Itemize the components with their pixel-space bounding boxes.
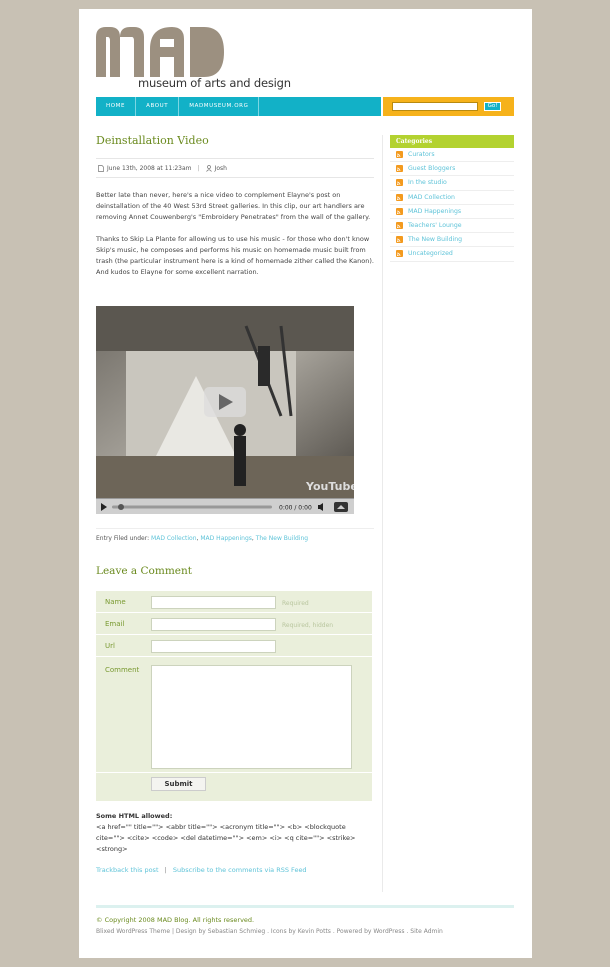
footer-credits[interactable]: Blixed WordPress Theme | Design by Sebas… [96, 928, 443, 935]
meta-divider: | [197, 164, 200, 172]
category-label: Curators [408, 151, 435, 159]
video-frame: YouTube [96, 306, 354, 498]
category-link[interactable]: MAD Happenings [200, 535, 252, 542]
youtube-watermark: YouTube [305, 480, 354, 493]
category-link[interactable]: The New Building [256, 535, 308, 542]
main-nav: HOME ABOUT MADMUSEUM.ORG [96, 97, 381, 116]
nav-about[interactable]: ABOUT [136, 97, 180, 116]
name-row: Name Required [96, 591, 372, 613]
sidebar-category[interactable]: Curators [390, 148, 514, 163]
comment-form: Name Required Email Required, hidden Url… [96, 591, 372, 801]
comment-textarea[interactable] [151, 665, 352, 769]
sidebar-category[interactable]: The New Building [390, 233, 514, 248]
email-row: Email Required, hidden [96, 613, 372, 635]
email-label: Email [105, 620, 125, 628]
sidebar-category[interactable]: In the studio [390, 176, 514, 191]
post-author: Josh [214, 164, 227, 172]
post-paragraph: Better late than never, here's a nice vi… [96, 191, 371, 221]
rss-icon [396, 179, 403, 187]
search-button[interactable]: Go! [484, 102, 501, 111]
search-bar: Go! [381, 97, 514, 116]
mad-logo[interactable] [96, 27, 226, 79]
comment-row: Comment [96, 657, 372, 773]
url-field[interactable] [151, 640, 276, 653]
link-separator: | [164, 866, 167, 874]
video-time: 0:00 / 0:00 [279, 505, 312, 512]
subscribe-link[interactable]: Subscribe to the comments via RSS Feed [173, 866, 307, 874]
main-content: Deinstallation Video June 13th, 2008 at … [96, 128, 374, 874]
footer-divider [96, 905, 514, 908]
play-icon[interactable] [101, 503, 107, 511]
html-allowed: Some HTML allowed: <a href="" title=""> … [96, 811, 374, 855]
url-row: Url [96, 635, 372, 657]
search-input[interactable] [392, 102, 478, 111]
url-label: Url [105, 642, 115, 650]
name-label: Name [105, 598, 126, 606]
sidebar-category[interactable]: MAD Happenings [390, 205, 514, 219]
sidebar-category[interactable]: Guest Bloggers [390, 162, 514, 177]
rss-icon [396, 222, 403, 230]
submit-button[interactable]: Submit [151, 777, 206, 791]
nav-home[interactable]: HOME [96, 97, 137, 116]
filed-under: Entry Filed under: MAD Collection, MAD H… [96, 528, 374, 542]
rss-icon [396, 165, 403, 173]
sidebar-category[interactable]: Teachers' Lounge [390, 219, 514, 234]
trackback-link[interactable]: Trackback this post [96, 866, 159, 874]
email-field[interactable] [151, 618, 276, 631]
logo-text: museum of arts and design [138, 76, 291, 90]
filed-label: Entry Filed under: [96, 535, 150, 542]
video-control-bar: 0:00 / 0:00 [101, 502, 348, 512]
html-allowed-title: Some HTML allowed: [96, 812, 173, 820]
footer-copyright: © Copyright 2008 MAD Blog. All rights re… [96, 916, 255, 924]
volume-icon[interactable] [318, 503, 323, 511]
sidebar: Categories Curators Guest Bloggers In th… [390, 135, 514, 262]
category-label: MAD Collection [408, 193, 455, 201]
trackback-links: Trackback this post | Subscribe to the c… [96, 866, 307, 874]
post-title[interactable]: Deinstallation Video [96, 134, 374, 147]
rss-icon [396, 193, 403, 201]
post-meta: June 13th, 2008 at 11:23am | Josh [96, 158, 374, 178]
category-label: Guest Bloggers [408, 165, 456, 173]
category-label: Teachers' Lounge [408, 222, 462, 230]
rss-icon [396, 250, 403, 258]
sidebar-category[interactable]: Uncategorized [390, 247, 514, 262]
email-note: Required, hidden [282, 622, 334, 629]
name-note: Required [282, 600, 309, 607]
html-allowed-tags: <a href="" title=""> <abbr title=""> <ac… [96, 823, 356, 853]
category-label: In the studio [408, 179, 447, 187]
rss-icon [396, 151, 403, 159]
document-icon [98, 164, 104, 172]
rss-icon [396, 207, 403, 215]
rss-icon [396, 236, 403, 244]
nav-madmuseum[interactable]: MADMUSEUM.ORG [179, 97, 260, 116]
sidebar-category[interactable]: MAD Collection [390, 191, 514, 205]
video-controls: 0:00 / 0:00 [96, 498, 354, 514]
comment-label: Comment [105, 666, 140, 674]
page: museum of arts and design HOME ABOUT MAD… [79, 9, 532, 958]
post-paragraph: Thanks to Skip La Plante for allowing us… [96, 235, 374, 276]
category-label: Uncategorized [408, 250, 453, 258]
name-field[interactable] [151, 596, 276, 609]
comment-title: Leave a Comment [96, 565, 192, 577]
category-link[interactable]: MAD Collection [151, 535, 197, 542]
categories-title: Categories [390, 135, 514, 148]
user-icon [205, 164, 212, 172]
category-label: MAD Happenings [408, 207, 462, 215]
category-label: The New Building [408, 236, 463, 244]
sidebar-divider [382, 135, 383, 892]
video-player[interactable]: YouTube 0:00 / 0:00 [96, 306, 354, 514]
post-date: June 13th, 2008 at 11:23am [107, 164, 192, 172]
